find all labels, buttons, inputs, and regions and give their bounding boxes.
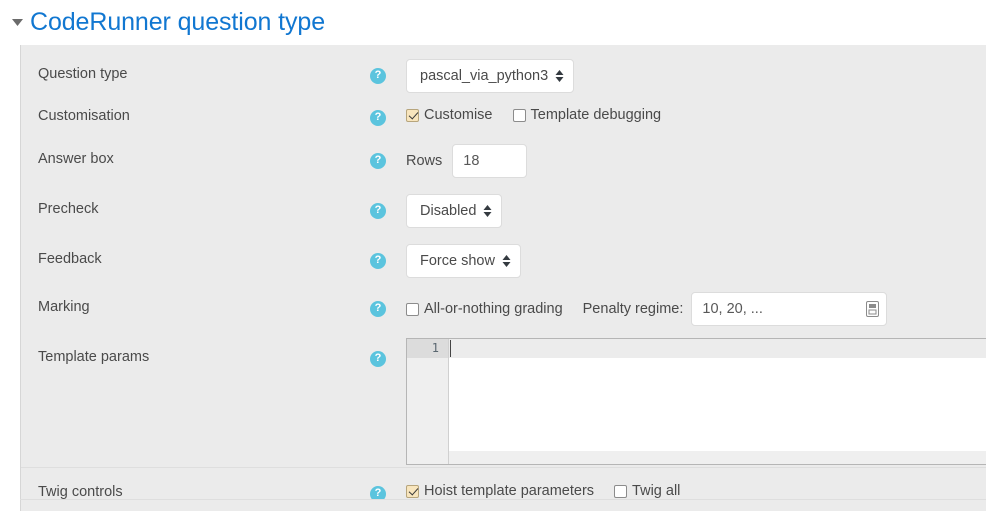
help-icon-glyph: ? [374, 69, 382, 81]
checkbox-customise[interactable]: Customise [406, 107, 493, 123]
help-icon-glyph: ? [374, 204, 382, 216]
template-params-code-editor[interactable]: 1 [406, 338, 986, 465]
help-icon-glyph: ? [374, 487, 382, 499]
select-precheck-value: Disabled [420, 203, 477, 219]
label-marking: Marking [38, 299, 90, 315]
checkbox-hoist-template-parameters-box[interactable] [406, 484, 419, 498]
control-customisation: Customise Template debugging [406, 107, 661, 123]
form-row-marking: Marking ? All-or-nothing grading Penalty… [21, 290, 986, 338]
label-question-type: Question type [38, 66, 128, 82]
checkbox-all-or-nothing-grading-box[interactable] [406, 302, 419, 316]
label-penalty-regime: Penalty regime: [582, 301, 684, 317]
checkbox-template-debugging-box[interactable] [512, 108, 526, 122]
help-icon-question-type[interactable]: ? [370, 68, 386, 84]
form-footer-strip [20, 500, 986, 511]
code-editor-line-number-1: 1 [407, 339, 448, 358]
form-row-question-type: Question type ? pascal_via_python3 [21, 55, 986, 103]
select-precheck[interactable]: Disabled [406, 194, 503, 228]
label-twig-controls: Twig controls [38, 484, 123, 499]
form-row-precheck: Precheck ? Disabled [21, 190, 986, 238]
select-question-type-value: pascal_via_python3 [420, 68, 549, 84]
label-answer-box: Answer box [38, 151, 114, 167]
divider-above-twig-controls [21, 467, 986, 468]
help-icon-glyph: ? [374, 352, 382, 364]
select-question-type[interactable]: pascal_via_python3 [406, 59, 575, 93]
form-row-answer-box: Answer box ? Rows [21, 140, 986, 188]
penalty-regime-input[interactable] [691, 292, 888, 326]
code-editor-content[interactable] [449, 339, 986, 451]
checkbox-hoist-template-parameters-label: Hoist template parameters [424, 483, 595, 499]
label-precheck: Precheck [38, 201, 99, 217]
label-customisation: Customisation [38, 108, 130, 124]
coderunner-question-type-page: CodeRunner question type Question type ?… [0, 0, 986, 511]
checkbox-all-or-nothing-grading-label: All-or-nothing grading [424, 301, 563, 317]
help-icon-feedback[interactable]: ? [370, 253, 386, 269]
help-icon-template-params[interactable]: ? [370, 351, 386, 367]
form-row-feedback: Feedback ? Force show [21, 240, 986, 288]
checkbox-customise-label: Customise [424, 107, 493, 123]
section-header: CodeRunner question type [0, 0, 986, 45]
select-feedback[interactable]: Force show [406, 244, 521, 278]
code-editor-active-line [449, 339, 986, 358]
checkbox-twig-all-box[interactable] [614, 484, 628, 498]
control-question-type: pascal_via_python3 [406, 59, 575, 93]
help-icon-twig-controls[interactable]: ? [370, 486, 386, 499]
help-icon-glyph: ? [374, 302, 382, 314]
help-icon-customisation[interactable]: ? [370, 110, 386, 126]
code-editor-cursor [450, 340, 451, 357]
checkbox-customise-box[interactable] [406, 108, 419, 122]
control-marking: All-or-nothing grading Penalty regime: [406, 292, 888, 326]
label-rows: Rows [406, 153, 443, 169]
checkbox-template-debugging-label: Template debugging [530, 107, 662, 123]
help-icon-glyph: ? [374, 154, 382, 166]
triangle-down-icon[interactable] [8, 14, 26, 32]
form-container: Question type ? pascal_via_python3 Custo… [20, 45, 986, 499]
control-twig-controls: Hoist template parameters Twig all [406, 483, 680, 499]
checkbox-twig-all[interactable]: Twig all [614, 483, 680, 499]
label-feedback: Feedback [38, 251, 102, 267]
help-icon-precheck[interactable]: ? [370, 203, 386, 219]
chevron-updown-icon [502, 254, 511, 268]
form-row-customisation: Customisation ? Customise Template debug… [21, 105, 986, 140]
control-feedback: Force show [406, 244, 521, 278]
select-feedback-value: Force show [420, 253, 495, 269]
checkbox-hoist-template-parameters[interactable]: Hoist template parameters [406, 483, 594, 499]
penalty-regime-field-wrap [691, 292, 888, 326]
checkbox-twig-all-label: Twig all [632, 483, 681, 499]
checkbox-template-debugging[interactable]: Template debugging [512, 107, 662, 123]
help-icon-marking[interactable]: ? [370, 301, 386, 317]
help-icon-glyph: ? [374, 111, 382, 123]
rows-input[interactable] [452, 144, 528, 178]
chevron-updown-icon [555, 69, 564, 83]
label-template-params: Template params [38, 349, 150, 365]
page-title[interactable]: CodeRunner question type [30, 8, 325, 37]
help-icon-answer-box[interactable]: ? [370, 153, 386, 169]
chevron-updown-icon [483, 204, 492, 218]
control-answer-box: Rows [406, 144, 528, 178]
checkbox-all-or-nothing-grading[interactable]: All-or-nothing grading [406, 301, 563, 317]
autofill-save-icon[interactable] [866, 301, 880, 317]
form-row-twig-controls: Twig controls ? Hoist template parameter… [21, 471, 986, 499]
control-precheck: Disabled [406, 194, 503, 228]
help-icon-glyph: ? [374, 254, 382, 266]
